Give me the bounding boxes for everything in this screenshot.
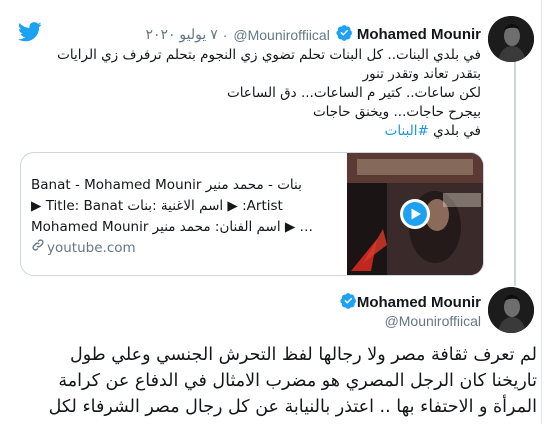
tweet-line-prefix: في بلدي bbox=[428, 123, 481, 139]
tweet-line: بيجرح حاجات... ويخنق حاجات bbox=[312, 104, 481, 120]
verified-badge-icon bbox=[336, 24, 353, 45]
hashtag-link[interactable]: #البنات bbox=[385, 123, 429, 139]
tweet-line: في بلدي البنات.. كل البنات تحلم تضوي زي … bbox=[57, 47, 481, 63]
tweet-text: لم تعرف ثقافة مصر ولا رجالها لفظ التحرش … bbox=[17, 342, 537, 420]
tweet-date[interactable]: ٧ يوليو ٢٠٢٠ bbox=[145, 26, 217, 43]
card-description-line: … ▶ اسم الفنان: محمد منير Mohamed Mounir bbox=[31, 219, 314, 235]
author-name[interactable]: Mohamed Mounir bbox=[357, 294, 481, 311]
tweet-header: Mohamed Mounir bbox=[334, 292, 481, 313]
link-icon bbox=[31, 238, 45, 259]
dot-separator: · bbox=[222, 26, 228, 43]
tweet-line: لم تعرف ثقافة مصر ولا رجالها لفظ التحرش … bbox=[70, 345, 537, 365]
card-title: Banat - Mohamed Mounir بنات - محمد منير bbox=[31, 177, 302, 193]
tweet-line: المرأة و الاحتفاء بها .. اعتذر بالنيابة … bbox=[48, 397, 537, 417]
card-text: Banat - Mohamed Mounir بنات - محمد منير … bbox=[31, 175, 343, 259]
tweet-line: تاريخنا كان الرجل المصري هو مضرب الامثال… bbox=[58, 371, 537, 391]
tweet-header: Mohamed Mounir @Mouniroffiical · ٧ يوليو… bbox=[140, 24, 481, 45]
avatar[interactable] bbox=[488, 16, 534, 62]
twitter-bird-icon[interactable] bbox=[18, 22, 42, 46]
card-description-line: Artist: ▶ اسم الاغنية :بنات Title: Banat… bbox=[31, 198, 283, 214]
author-handle[interactable]: @Mouniroffiical bbox=[385, 313, 481, 329]
link-preview-card[interactable]: Banat - Mohamed Mounir بنات - محمد منير … bbox=[20, 152, 484, 276]
tweet-line-last: في بلدي #البنات bbox=[21, 122, 481, 141]
play-icon[interactable] bbox=[400, 199, 430, 229]
video-thumbnail[interactable] bbox=[347, 153, 483, 275]
tweet-line: بتقدر تعاند وتقدر تنور bbox=[362, 66, 481, 82]
avatar[interactable] bbox=[488, 287, 534, 333]
tweet-text: في بلدي البنات.. كل البنات تحلم تضوي زي … bbox=[21, 46, 481, 141]
author-name[interactable]: Mohamed Mounir bbox=[357, 26, 481, 43]
card-domain: youtube.com bbox=[31, 238, 343, 259]
verified-badge-icon bbox=[340, 292, 357, 313]
card-domain-text: youtube.com bbox=[47, 240, 136, 256]
thread-connector-line bbox=[514, 62, 516, 286]
tweet-line: لكن ساعات.. كتير م الساعات... دق الساعات bbox=[226, 85, 481, 101]
author-handle[interactable]: @Mouniroffiical bbox=[233, 27, 329, 43]
embed-right-border bbox=[541, 0, 542, 424]
